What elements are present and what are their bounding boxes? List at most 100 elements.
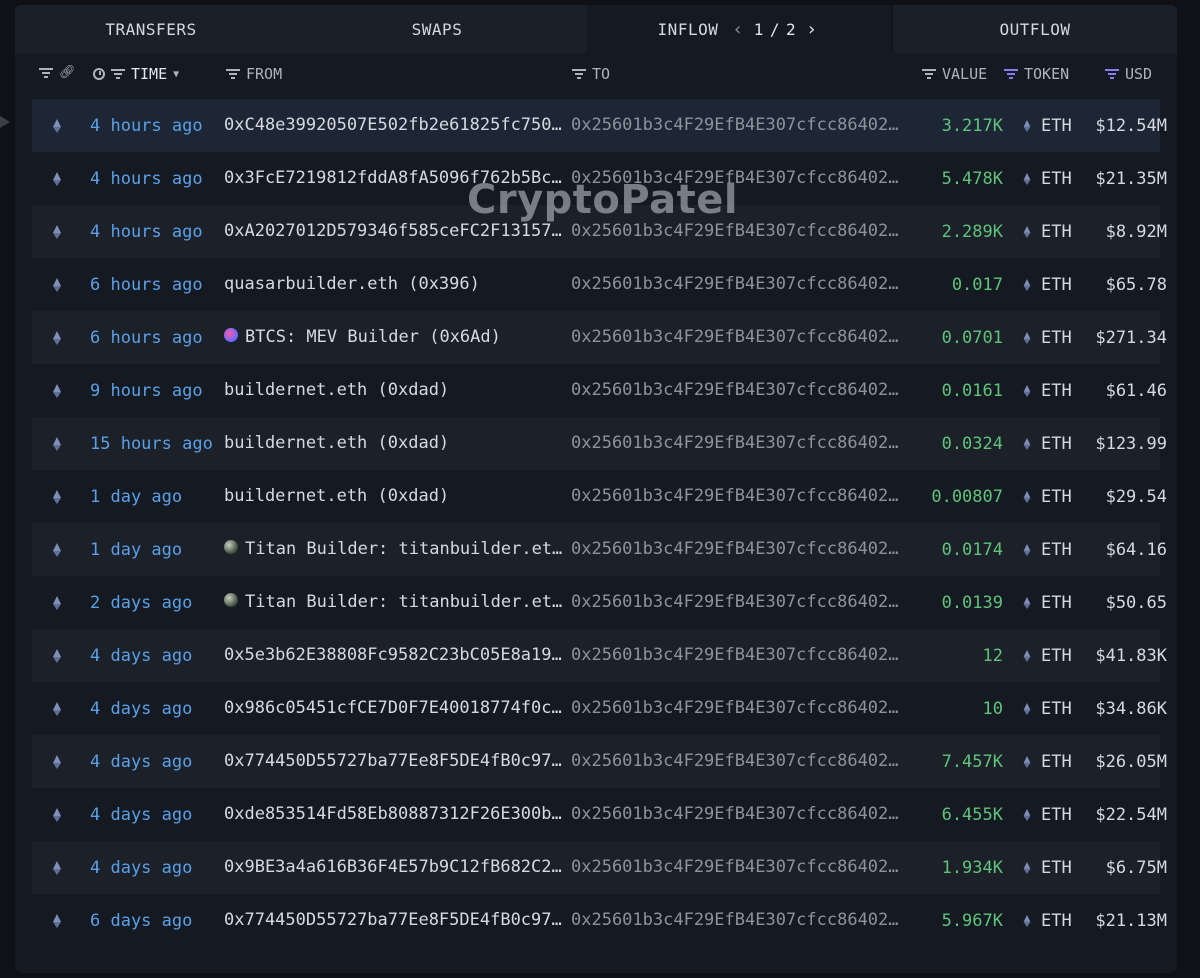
filter-icon[interactable] — [1004, 69, 1018, 79]
from-address[interactable]: Titan Builder: titanbuilder.et… — [224, 576, 564, 629]
from-address[interactable]: 0xde853514Fd58Eb80887312F26E300bf… — [224, 788, 564, 841]
table-row[interactable]: 1 day ago buildernet.eth (0xdad) 0x25601b3… — [32, 470, 1167, 523]
eth-chain-icon — [50, 523, 64, 576]
filter-icon[interactable] — [39, 67, 53, 78]
from-address[interactable]: 0x774450D55727ba77Ee8F5DE4fB0c977… — [224, 735, 564, 788]
table-row[interactable]: 9 hours ago buildernet.eth (0xdad) 0x25601… — [32, 364, 1167, 417]
from-address[interactable]: 0x5e3b62E38808Fc9582C23bC05E8a19A… — [224, 629, 564, 682]
filter-icon[interactable] — [1105, 69, 1119, 79]
to-address[interactable]: 0x25601b3c4F29EfB4E307cfcc8640293… — [571, 311, 905, 364]
from-address[interactable]: buildernet.eth (0xdad) — [224, 470, 564, 523]
time-link[interactable]: 6 days ago — [90, 894, 230, 947]
to-address[interactable]: 0x25601b3c4F29EfB4E307cfcc8640293… — [571, 417, 905, 470]
table-row[interactable]: 4 days ago 0xde853514Fd58Eb80887312F26E30… — [32, 788, 1167, 841]
to-address[interactable]: 0x25601b3c4F29EfB4E307cfcc8640293… — [571, 629, 905, 682]
value-amount: 0.0161 — [941, 380, 1003, 401]
column-value-label: VALUE — [942, 65, 988, 83]
column-token-label: TOKEN — [1024, 65, 1070, 83]
table-row[interactable]: 2 days ago Titan Builder: titanbuilder.et… — [32, 576, 1167, 629]
column-token[interactable]: TOKEN — [1004, 65, 1069, 83]
table-row[interactable]: 6 hours ago quasarbuilder.eth (0x396) 0x25… — [32, 258, 1167, 311]
transfer-table: 4 hours ago 0xC48e39920507E502fb2e61825fc… — [32, 99, 1167, 947]
eth-chain-icon — [50, 841, 64, 894]
column-usd[interactable]: USD — [1105, 65, 1152, 83]
chevron-right-icon[interactable]: › — [802, 19, 821, 40]
to-address[interactable]: 0x25601b3c4F29EfB4E307cfcc8640293… — [571, 735, 905, 788]
time-link[interactable]: 15 hours ago — [90, 417, 230, 470]
table-row[interactable]: 6 days ago 0x774450D55727ba77Ee8F5DE4fB0c… — [32, 894, 1167, 947]
column-from-label: FROM — [246, 65, 283, 83]
time-link[interactable]: 4 days ago — [90, 682, 230, 735]
eth-token-icon — [1023, 523, 1033, 576]
from-address[interactable]: 0x986c05451cfCE7D0F7E40018774f0c0… — [224, 682, 564, 735]
to-address[interactable]: 0x25601b3c4F29EfB4E307cfcc8640293… — [571, 894, 905, 947]
from-address[interactable]: 0x774450D55727ba77Ee8F5DE4fB0c977… — [224, 894, 564, 947]
eth-token-icon — [1023, 788, 1033, 841]
table-row[interactable]: 15 hours ago buildernet.eth (0xdad) 0x2560… — [32, 417, 1167, 470]
from-address-text: 0xde853514Fd58Eb80887312F26E300bf… — [224, 804, 564, 824]
page-separator: / — [769, 19, 780, 39]
to-address[interactable]: 0x25601b3c4F29EfB4E307cfcc8640293… — [571, 364, 905, 417]
time-link[interactable]: 4 hours ago — [90, 152, 230, 205]
eth-token-icon — [1023, 576, 1033, 629]
column-value[interactable]: VALUE — [922, 65, 987, 83]
time-link[interactable]: 4 days ago — [90, 788, 230, 841]
from-address[interactable]: buildernet.eth (0xdad) — [224, 417, 564, 470]
chevron-left-icon[interactable]: ‹ — [728, 19, 747, 40]
to-address[interactable]: 0x25601b3c4F29EfB4E307cfcc8640293… — [571, 258, 905, 311]
time-link[interactable]: 2 days ago — [90, 576, 230, 629]
filter-icon[interactable] — [922, 69, 936, 79]
tab-swaps[interactable]: SWAPS — [287, 5, 587, 53]
from-address[interactable]: 0xC48e39920507E502fb2e61825fc7504… — [224, 99, 564, 152]
eth-chain-icon — [50, 470, 64, 523]
eth-chain-icon — [50, 682, 64, 735]
time-link[interactable]: 4 days ago — [90, 629, 230, 682]
from-address[interactable]: Titan Builder: titanbuilder.et… — [224, 523, 564, 576]
to-address[interactable]: 0x25601b3c4F29EfB4E307cfcc8640293… — [571, 841, 905, 894]
table-row[interactable]: 4 hours ago 0xC48e39920507E502fb2e61825fc… — [32, 99, 1167, 152]
filter-icon[interactable] — [572, 69, 586, 79]
to-address[interactable]: 0x25601b3c4F29EfB4E307cfcc8640293… — [571, 788, 905, 841]
titan-entity-icon — [224, 593, 238, 607]
from-address[interactable]: 0x9BE3a4a616B36F4E57b9C12fB682C29… — [224, 841, 564, 894]
to-address[interactable]: 0x25601b3c4F29EfB4E307cfcc8640293… — [571, 99, 905, 152]
sort-desc-icon[interactable]: ▼ — [173, 69, 179, 80]
eth-token-icon — [1023, 894, 1033, 947]
eth-token-icon — [1023, 99, 1033, 152]
time-link[interactable]: 4 hours ago — [90, 205, 230, 258]
tab-inflow[interactable]: INFLOW ‹ 1 / 2 › — [587, 5, 892, 53]
table-row[interactable]: 4 days ago 0x9BE3a4a616B36F4E57b9C12fB682… — [32, 841, 1167, 894]
to-address[interactable]: 0x25601b3c4F29EfB4E307cfcc8640293… — [571, 470, 905, 523]
to-address[interactable]: 0x25601b3c4F29EfB4E307cfcc8640293… — [571, 682, 905, 735]
from-address[interactable]: quasarbuilder.eth (0x396) — [224, 258, 564, 311]
from-address[interactable]: buildernet.eth (0xdad) — [224, 364, 564, 417]
tab-transfers[interactable]: TRANSFERS — [15, 5, 287, 53]
table-row[interactable]: 1 day ago Titan Builder: titanbuilder.et…… — [32, 523, 1167, 576]
table-row[interactable]: 4 days ago 0x986c05451cfCE7D0F7E40018774f… — [32, 682, 1167, 735]
filter-control[interactable]: 🔗︎ — [39, 65, 76, 80]
tab-outflow[interactable]: OUTFLOW — [892, 5, 1177, 53]
time-link[interactable]: 4 days ago — [90, 841, 230, 894]
filter-icon[interactable] — [226, 69, 240, 79]
column-time[interactable]: TIME ▼ — [93, 65, 179, 83]
to-address[interactable]: 0x25601b3c4F29EfB4E307cfcc8640293… — [571, 523, 905, 576]
usd-value: $26.05M — [1095, 751, 1167, 772]
column-to[interactable]: TO — [572, 65, 610, 83]
time-link[interactable]: 6 hours ago — [90, 311, 230, 364]
time-link[interactable]: 4 hours ago — [90, 99, 230, 152]
column-from[interactable]: FROM — [226, 65, 282, 83]
time-link[interactable]: 1 day ago — [90, 523, 230, 576]
time-link[interactable]: 1 day ago — [90, 470, 230, 523]
time-link[interactable]: 9 hours ago — [90, 364, 230, 417]
filter-icon[interactable] — [111, 69, 125, 79]
from-address[interactable]: BTCS: MEV Builder (0x6Ad) — [224, 311, 564, 364]
time-link[interactable]: 4 days ago — [90, 735, 230, 788]
link-icon[interactable]: 🔗︎ — [59, 65, 76, 80]
table-row[interactable]: 4 days ago 0x774450D55727ba77Ee8F5DE4fB0c… — [32, 735, 1167, 788]
eth-token-icon — [1023, 364, 1033, 417]
table-row[interactable]: 6 hours ago BTCS: MEV Builder (0x6Ad) 0x25… — [32, 311, 1167, 364]
to-address[interactable]: 0x25601b3c4F29EfB4E307cfcc8640293… — [571, 576, 905, 629]
table-row[interactable]: 4 days ago 0x5e3b62E38808Fc9582C23bC05E8a… — [32, 629, 1167, 682]
table-header: 🔗︎ TIME ▼ FROM TO VALUE TOKEN USD — [15, 57, 1177, 93]
time-link[interactable]: 6 hours ago — [90, 258, 230, 311]
